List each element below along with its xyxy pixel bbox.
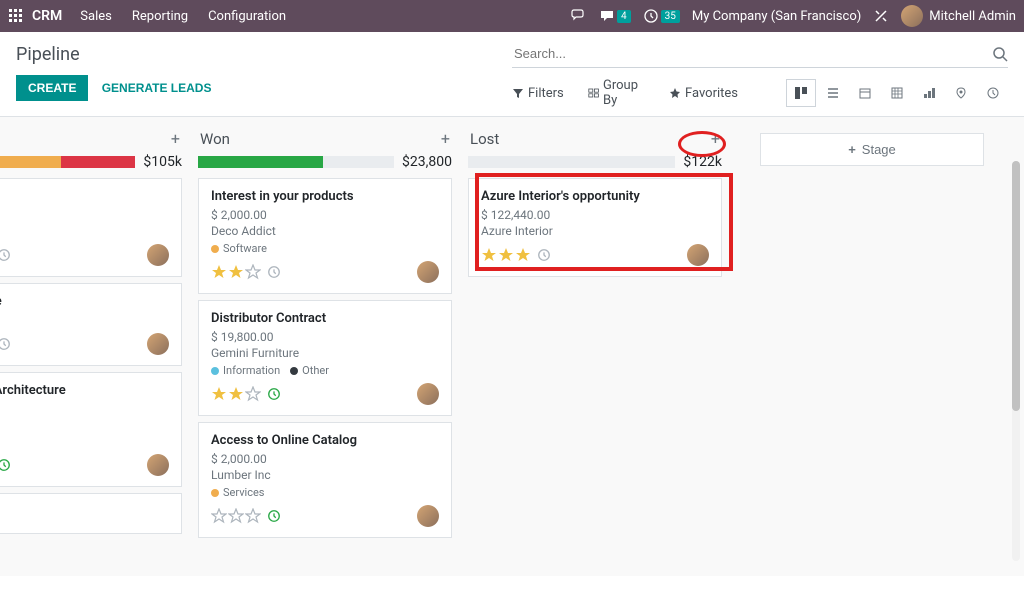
card-title: Access to Online Catalog: [211, 433, 439, 448]
card-amount: $ 19,800.00: [211, 330, 439, 344]
activities-icon[interactable]: 35: [643, 8, 680, 24]
tag: Software: [211, 242, 267, 255]
card-title: Interest in your products: [211, 189, 439, 204]
generate-leads-button[interactable]: GENERATE LEADS: [102, 81, 212, 95]
avatar: [417, 261, 439, 283]
control-panel: Pipeline CREATE GENERATE LEADS Filters G…: [0, 32, 1024, 116]
page-title: Pipeline: [16, 44, 512, 65]
card-title: sign and Architecture: [0, 383, 169, 398]
messages-badge: 4: [617, 10, 631, 23]
card-title: Azure Interior's opportunity: [481, 189, 709, 204]
card-customer: Lumber Inc: [211, 468, 439, 482]
card-customer: Deco Addict: [211, 224, 439, 238]
card-amount: $ 122,440.00: [481, 208, 709, 222]
brand-label[interactable]: CRM: [32, 8, 62, 24]
avatar: [147, 454, 169, 476]
card-title: ce Design: [0, 189, 169, 204]
priority-stars[interactable]: [481, 247, 531, 263]
kanban-column: Lost + $122k Azure Interior's opportunity $ …: [460, 117, 730, 576]
kanban-card[interactable]: rs: [0, 493, 182, 534]
card-customer: t: [0, 418, 169, 432]
column-title[interactable]: Lost: [470, 130, 499, 148]
scrollbar[interactable]: [1012, 161, 1020, 561]
priority-stars[interactable]: [211, 386, 261, 402]
graph-view-button[interactable]: [914, 79, 944, 107]
search-icon[interactable]: [992, 46, 1008, 62]
tag: Services: [211, 486, 264, 499]
column-title[interactable]: Won: [200, 130, 230, 148]
card-customer: on: [0, 313, 169, 327]
card-amount: $ 2,000.00: [211, 208, 439, 222]
calendar-view-button[interactable]: [850, 79, 880, 107]
progress-bar[interactable]: [198, 156, 394, 168]
avatar: [417, 505, 439, 527]
priority-stars[interactable]: [211, 264, 261, 280]
kanban-card[interactable]: Access to Online Catalog $ 2,000.00 Lumber…: [198, 422, 452, 538]
column-add-icon[interactable]: +: [441, 129, 450, 148]
card-customer: ict: [0, 224, 169, 238]
tag: Information: [211, 364, 280, 377]
priority-stars[interactable]: [211, 508, 261, 524]
card-title: rs: [0, 504, 169, 519]
nav-configuration[interactable]: Configuration: [208, 9, 286, 24]
group-by-button[interactable]: Group By: [588, 78, 645, 108]
company-switcher[interactable]: My Company (San Francisco): [692, 9, 861, 24]
search-input[interactable]: [512, 44, 992, 63]
apps-icon[interactable]: [8, 8, 24, 24]
tag: Other: [290, 364, 329, 377]
user-menu[interactable]: Mitchell Admin: [901, 5, 1016, 27]
avatar: [147, 333, 169, 355]
map-view-button[interactable]: [946, 79, 976, 107]
kanban-column: on+$105kce Design00ictpen Spaceonsign an…: [0, 117, 190, 576]
column-add-icon[interactable]: +: [171, 129, 180, 148]
activities-badge: 35: [661, 10, 680, 23]
favorites-button[interactable]: Favorites: [669, 86, 738, 101]
kanban-card[interactable]: ce Design 00 ict: [0, 178, 182, 277]
card-amount: ): [0, 402, 169, 416]
activity-view-button[interactable]: [978, 79, 1008, 107]
progress-bar[interactable]: [468, 156, 675, 168]
messages-icon[interactable]: 4: [599, 8, 631, 24]
debug-icon[interactable]: [873, 8, 889, 24]
avatar: [687, 244, 709, 266]
avatar: [417, 383, 439, 405]
column-total: $23,800: [402, 154, 452, 170]
add-stage-button[interactable]: +Stage: [760, 133, 984, 166]
column-add-icon[interactable]: +: [711, 129, 720, 148]
calls-icon[interactable]: [571, 8, 587, 24]
kanban-card[interactable]: pen Space on: [0, 283, 182, 366]
progress-bar[interactable]: [0, 156, 135, 168]
avatar: [901, 5, 923, 27]
filters-button[interactable]: Filters: [512, 86, 564, 101]
card-amount: $ 2,000.00: [211, 452, 439, 466]
kanban-card[interactable]: Distributor Contract $ 19,800.00 Gemini Fu…: [198, 300, 452, 416]
list-view-button[interactable]: [818, 79, 848, 107]
avatar: [147, 244, 169, 266]
kanban-card[interactable]: Azure Interior's opportunity $ 122,440.00…: [468, 178, 722, 277]
kanban-area: on+$105kce Design00ictpen Spaceonsign an…: [0, 116, 1024, 576]
nav-sales[interactable]: Sales: [80, 9, 112, 24]
column-total: $105k: [143, 154, 182, 170]
pivot-view-button[interactable]: [882, 79, 912, 107]
card-title: Distributor Contract: [211, 311, 439, 326]
kanban-card[interactable]: Interest in your products $ 2,000.00 Deco …: [198, 178, 452, 294]
kanban-view-button[interactable]: [786, 79, 816, 107]
card-title: pen Space: [0, 294, 169, 309]
column-total: $122k: [683, 154, 722, 170]
create-button[interactable]: CREATE: [16, 75, 88, 101]
card-customer: Azure Interior: [481, 224, 709, 238]
card-customer: Gemini Furniture: [211, 346, 439, 360]
nav-reporting[interactable]: Reporting: [132, 9, 188, 24]
top-navbar: CRM Sales Reporting Configuration 4 35 M…: [0, 0, 1024, 32]
kanban-column: Won + $23,800 Interest in your products $ 2,…: [190, 117, 460, 576]
kanban-card[interactable]: sign and Architecture)t): [0, 372, 182, 487]
card-amount: 00: [0, 208, 169, 222]
